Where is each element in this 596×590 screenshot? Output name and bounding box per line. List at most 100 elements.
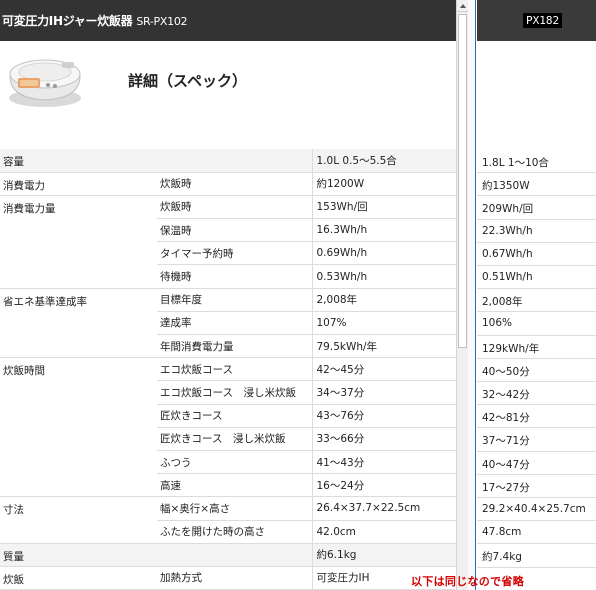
spec-value: 16～24分 [311,473,456,498]
row-divider [477,357,596,359]
spec-value: 約1200W [311,172,456,196]
row-divider [477,450,596,452]
row-divider [477,265,596,266]
right-spec-value: 17～27分 [482,481,530,494]
spec-value: 79.5kWh/年 [311,334,456,359]
spec-subitem: ふたを開けた時の高さ [157,520,312,544]
spec-subitem: 目標年度 [157,288,312,312]
spec-value: 0.69Wh/h [311,241,456,266]
spec-heading: 詳細（スペック） [128,72,247,90]
spec-category: 容量 [0,149,312,173]
spec-subitem: ふつう [157,450,312,475]
row-divider [477,520,596,522]
spec-category: 消費電力量 [0,195,157,289]
spec-row-cooktime: 炊飯時間 エコ炊飯コース 42～45分 [0,357,456,498]
spec-subitem: 高速 [157,473,312,498]
spec-subitem: タイマー予約時 [157,241,312,266]
right-spec-value: 29.2×40.4×25.7cm [482,503,586,515]
spec-category: 炊飯時間 [0,357,157,498]
right-spec-value: 37～71分 [482,435,530,448]
row-divider [477,497,596,498]
row-divider [477,288,596,290]
right-spec-value: 47.8cm [482,526,522,539]
row-divider [477,241,596,243]
right-spec-value: 約1350W [482,180,530,193]
row-divider [477,195,596,197]
spec-row-weight: 質量 約6.1kg [0,543,456,567]
row-divider [477,334,596,336]
spec-subitem: エコ炊飯コース [157,357,312,382]
spec-value: 約6.1kg [311,543,456,567]
rice-cooker-image [9,59,81,107]
row-divider [477,427,596,429]
spec-subitem: 幅×奥行×高さ [157,496,312,521]
spec-category: 質量 [0,543,312,567]
right-spec-value: 32～42分 [482,389,530,401]
row-divider [477,172,596,174]
spec-value: 1.0L 0.5～5.5合 [311,149,456,173]
right-title-bar: PX182 [477,0,596,41]
spec-row-efficiency: 省エネ基準達成率 目標年度 2,008年 [0,288,456,359]
spec-subitem: 加熱方式 [157,566,312,590]
spec-category: 消費電力 [0,172,157,196]
spec-row-capacity: 容量 1.0L 0.5～5.5合 [0,149,456,173]
row-divider [477,381,596,382]
right-spec-value: 106% [482,317,513,330]
right-spec-value: 0.67Wh/h [482,247,533,260]
spec-subitem: 匠炊きコース 浸し米炊飯 [157,427,312,451]
product-name: 可変圧力IHジャー炊飯器 [2,14,133,28]
left-product-window: 可変圧力IHジャー炊飯器 SR-PX102 詳細（スペック） 容量 1.0L 0.… [0,0,456,590]
right-spec-value: 22.3Wh/h [482,224,533,237]
spec-value: 153Wh/回 [311,195,456,220]
row-divider [477,404,596,406]
row-divider [477,218,596,220]
spec-value: 41～43分 [311,450,456,475]
spec-category: 省エネ基準達成率 [0,288,157,359]
right-spec-value: 42～81分 [482,412,530,425]
window-divider [468,0,476,590]
spec-value: 26.4×37.7×22.5cm [311,496,456,521]
spec-subitem: 待機時 [157,264,312,289]
row-divider [477,473,596,475]
spec-row-energy: 消費電力量 炊飯時 153Wh/回 [0,195,456,289]
spec-value: 42～45分 [311,357,456,382]
row-divider [477,566,596,568]
spec-value: 34～37分 [311,380,456,405]
spec-value: 0.53Wh/h [311,264,456,289]
spec-subitem: 炊飯時 [157,172,312,196]
spec-value: 2,008年 [311,288,456,312]
spec-row-power: 消費電力 炊飯時 約1200W [0,172,456,196]
right-spec-value: 209Wh/回 [482,203,534,216]
spec-value: 43～76分 [311,404,456,428]
product-title: 可変圧力IHジャー炊飯器 SR-PX102 [2,12,188,29]
spec-category: 炊飯 [0,566,157,590]
spec-value: 42.0cm [311,520,456,544]
row-divider [477,543,596,545]
product-title-bar: 可変圧力IHジャー炊飯器 SR-PX102 [0,0,456,41]
spec-value: 16.3Wh/h [311,218,456,243]
spec-subitem: 匠炊きコース [157,404,312,428]
row-divider [477,311,596,313]
right-product-window: PX182 1.8L 1～10合 約1350W 209Wh/回 22.3Wh/h 0.6… [477,0,596,590]
spec-table: 容量 1.0L 0.5～5.5合 消費電力 炊飯時 約1200W 消費電力量 炊… [0,149,456,590]
right-spec-value: 40～47分 [482,458,530,471]
spec-subitem: エコ炊飯コース 浸し米炊飯 [157,380,312,405]
spec-subitem: 保温時 [157,218,312,243]
right-spec-value: 40～50分 [482,365,530,378]
spec-subitem: 年間消費電力量 [157,334,312,359]
vertical-scrollbar[interactable] [456,0,469,590]
right-spec-value: 2,008年 [482,296,523,309]
spec-value: 33～66分 [311,427,456,451]
spec-row-dimensions: 寸法 幅×奥行×高さ 26.4×37.7×22.5cm [0,496,456,544]
spec-row-heating: 炊飯 加熱方式 可変圧力IH [0,566,456,590]
spec-subitem: 達成率 [157,311,312,336]
scrollbar-thumb[interactable] [458,14,467,348]
right-spec-value: 1.8L 1～10合 [482,157,549,169]
right-model-label: PX182 [523,13,563,28]
spec-category: 寸法 [0,496,157,544]
right-spec-value: 約7.4kg [482,551,522,564]
right-spec-value: 0.51Wh/h [482,271,533,283]
omission-note: 以下は同じなので省略 [411,575,524,588]
spec-value: 107% [311,311,456,336]
right-spec-value: 129kWh/年 [482,342,540,355]
